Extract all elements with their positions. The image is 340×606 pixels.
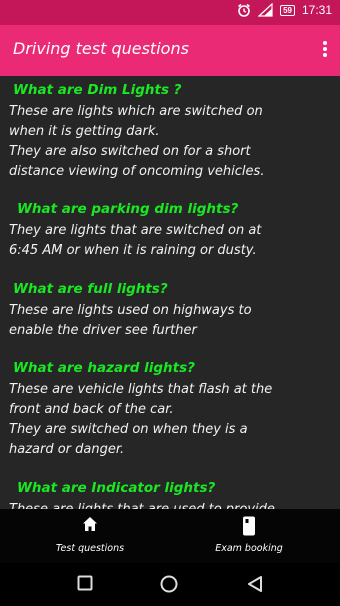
battery-icon: 59	[280, 4, 295, 16]
answer: These are lights used on highways to ena…	[0, 301, 340, 341]
answer-line: front and back of the car.	[9, 402, 174, 417]
answer-line: when it is getting dark.	[9, 124, 160, 139]
back-icon[interactable]	[247, 575, 263, 593]
app-bar: Driving test questions	[0, 25, 340, 76]
answer-line: These are vehicle lights that flash at t…	[9, 382, 273, 397]
answer: These are vehicle lights that flash at t…	[0, 380, 340, 460]
answer-line: These are lights that are used to provid…	[9, 500, 334, 509]
qa-item: What are parking dim lights? They are li…	[0, 200, 340, 261]
qa-content[interactable]: What are Dim Lights ? These are lights w…	[0, 76, 340, 509]
answer-line: enable the driver see further	[9, 323, 197, 338]
overflow-menu-icon[interactable]	[322, 41, 328, 61]
qa-item: What are Indicator lights? These are lig…	[0, 479, 340, 509]
tab-label: Test questions	[55, 543, 125, 554]
question: What are Indicator lights?	[17, 480, 216, 496]
home-icon	[83, 517, 97, 531]
qa-item: What are full lights? These are lights u…	[0, 280, 340, 341]
qa-item: What are Dim Lights ? These are lights w…	[0, 81, 340, 182]
answer-line: hazard or danger.	[9, 442, 125, 457]
status-bar: 59 17:31	[0, 0, 340, 25]
answer-line: They are lights that are switched on at	[9, 223, 262, 238]
question: What are full lights?	[13, 281, 168, 297]
status-time: 17:31	[301, 3, 332, 17]
question: What are Dim Lights ?	[13, 82, 182, 98]
tab-test-questions[interactable]: Test questions	[5, 509, 175, 563]
answer-line: distance viewing of oncoming vehicles.	[9, 164, 265, 179]
app-title: Driving test questions	[13, 39, 189, 58]
answer: They are lights that are switched on at …	[0, 221, 340, 261]
answer-line: They are also switched on for a short	[9, 144, 251, 159]
answer: These are lights that are used to provid…	[0, 500, 340, 509]
answer: These are lights which are switched on w…	[0, 102, 340, 182]
answer-line: These are lights which are switched on	[9, 104, 263, 119]
phone-icon	[243, 516, 255, 536]
tab-label: Exam booking	[215, 543, 283, 554]
tab-exam-booking[interactable]: Exam booking	[164, 509, 334, 563]
bottom-navigation: Test questions Exam booking	[0, 509, 340, 563]
question: What are hazard lights?	[13, 360, 195, 376]
answer-line: These are lights used on highways to	[9, 303, 252, 318]
recents-icon[interactable]	[77, 575, 93, 591]
answer-line: 6:45 AM or when it is raining or dusty.	[9, 243, 257, 258]
question: What are parking dim lights?	[17, 201, 239, 217]
answer-line: They are switched on when they is a	[9, 422, 248, 437]
signal-icon	[258, 3, 273, 17]
qa-item: What are hazard lights? These are vehicl…	[0, 359, 340, 460]
alarm-icon	[238, 3, 251, 17]
home-circle-icon[interactable]	[160, 575, 178, 593]
system-navigation-bar	[0, 563, 340, 606]
